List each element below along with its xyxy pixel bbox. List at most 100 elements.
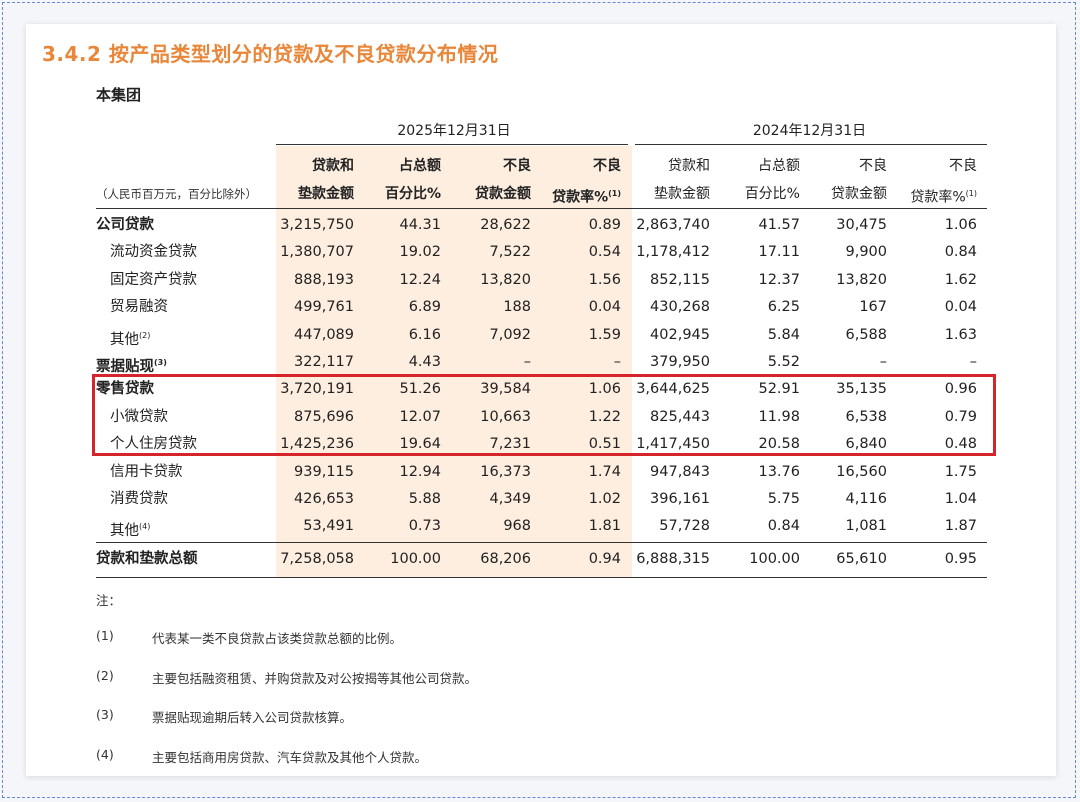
cell-2025-npl-ratio: 0.89 [588, 217, 621, 233]
cell-2025-share: 100.00 [390, 551, 441, 567]
cell-2025-share: 12.94 [399, 463, 441, 480]
col-header-2024-npl-ratio: 不良 贷款率%(1) [910, 158, 977, 206]
col-header-2024-npl: 不良 贷款金额 [831, 158, 887, 202]
cell-2024-npl: 1,081 [845, 518, 887, 535]
table-row: 其他(4) 53,491 0.73 968 1.81 57,728 0.84 1,081 1.8… [96, 513, 987, 540]
cell-2025-share: 6.89 [408, 299, 441, 316]
cell-2024-npl-ratio: 0.84 [944, 244, 977, 261]
cell-2024-amount: 1,178,412 [636, 244, 710, 261]
cell-2025-amount: 499,761 [294, 299, 354, 316]
cell-2025-amount: 426,653 [294, 491, 354, 507]
cell-2024-npl: 16,560 [836, 463, 887, 480]
cell-2024-npl-ratio: – [969, 354, 977, 370]
cell-2025-amount: 322,117 [294, 354, 354, 370]
cell-2025-share: 44.31 [399, 217, 441, 233]
cell-2025-amount: 447,089 [294, 326, 354, 343]
units-note: （人民币百万元，百分比除外） [96, 187, 257, 201]
cell-2025-share: 4.43 [408, 354, 441, 370]
cell-2025-npl: 4,349 [489, 491, 531, 507]
cell-2024-amount: 396,161 [650, 491, 710, 507]
group-subtitle: 本集团 [96, 86, 142, 104]
cell-2024-share: 0.84 [767, 518, 800, 535]
footnote-text: 主要包括融资租赁、并购贷款及对公按揭等其他公司贷款。 [152, 670, 478, 686]
cell-2024-npl: 167 [859, 299, 887, 316]
retail-highlight-box [92, 374, 996, 456]
cell-2025-amount: 3,215,750 [280, 217, 354, 233]
cell-2025-npl-ratio: 1.81 [588, 518, 621, 535]
footnote-number: (3) [96, 707, 114, 722]
cell-2024-share: 12.37 [758, 271, 800, 288]
cell-2025-npl: 68,206 [480, 551, 531, 567]
footnote-number: (4) [96, 746, 114, 762]
footnote-number: (1) [96, 628, 114, 643]
col-header-2025-npl: 不良 贷款金额 [475, 158, 531, 202]
cell-2025-npl-ratio: 0.94 [588, 551, 621, 567]
footnote-number: (2) [96, 667, 114, 683]
cell-2024-npl-ratio: 1.75 [944, 463, 977, 480]
footnote-text: 主要包括商用房贷款、汽车贷款及其他个人贷款。 [152, 749, 428, 765]
cell-2024-amount: 947,843 [650, 463, 710, 480]
cell-2025-npl: 968 [503, 518, 531, 535]
col-header-2025-npl-ratio: 不良 贷款率%(1) [552, 158, 621, 206]
cell-2024-npl-ratio: 1.87 [944, 518, 977, 535]
cell-2024-amount: 430,268 [650, 299, 710, 316]
row-label: 消费贷款 [110, 491, 168, 507]
cell-2024-npl: 13,820 [836, 271, 887, 288]
cell-2024-npl: 6,588 [845, 326, 887, 343]
cell-2024-npl: 9,900 [845, 244, 887, 261]
cell-2024-amount: 402,945 [650, 326, 710, 343]
table-row: 公司贷款 3,215,750 44.31 28,622 0.89 2,863,740 41.… [96, 212, 987, 239]
document-page: 3.4.2 按产品类型划分的贷款及不良贷款分布情况 本集团 2025年12月31… [26, 24, 1056, 776]
cell-2024-amount: 6,888,315 [636, 551, 710, 567]
header-rule [96, 208, 987, 209]
cell-2025-amount: 7,258,058 [280, 551, 354, 567]
cell-2024-amount: 2,863,740 [636, 217, 710, 233]
cell-2025-npl: 13,820 [480, 271, 531, 288]
col-header-2024-share: 占总额 百分比% [744, 158, 800, 202]
cell-2025-npl-ratio: – [613, 354, 621, 370]
cell-2024-npl: – [879, 354, 887, 370]
row-label: 固定资产贷款 [110, 271, 197, 288]
cell-2024-npl-ratio: 0.95 [944, 551, 977, 567]
cell-2025-amount: 888,193 [294, 271, 354, 288]
cell-2024-amount: 379,950 [650, 354, 710, 370]
cell-2025-npl-ratio: 1.59 [588, 326, 621, 343]
cell-2025-amount: 53,491 [303, 518, 354, 535]
row-label: 贷款和垫款总额 [96, 551, 198, 567]
col-header-2025-share: 占总额 百分比% [384, 158, 441, 202]
cell-2024-npl: 65,610 [836, 551, 887, 567]
cell-2025-share: 0.73 [408, 518, 441, 535]
cell-2025-share: 6.16 [408, 326, 441, 343]
cell-2024-npl-ratio: 1.04 [944, 491, 977, 507]
total-row: 贷款和垫款总额 7,258,058 100.00 68,206 0.94 6,8… [96, 546, 987, 573]
table-row: 固定资产贷款 888,193 12.24 13,820 1.56 852,115 12.37… [96, 267, 987, 294]
cell-2025-npl: 7,522 [489, 244, 531, 261]
cell-2025-npl-ratio: 1.02 [588, 491, 621, 507]
table-row: 流动资金贷款 1,380,707 19.02 7,522 0.54 1,178,412 17… [96, 239, 987, 266]
cell-2024-amount: 852,115 [650, 271, 710, 288]
cell-2024-share: 13.76 [758, 463, 800, 480]
period-2025-rule [276, 144, 628, 145]
col-header-2025-amount: 贷款和 垫款金额 [298, 158, 354, 202]
cell-2024-npl-ratio: 0.04 [944, 299, 977, 316]
footnote-text: 票据贴现逾期后转入公司贷款核算。 [152, 710, 353, 725]
total-rule-bottom [96, 577, 987, 578]
cell-2025-npl-ratio: 1.74 [588, 463, 621, 480]
cell-2025-share: 5.88 [408, 491, 441, 507]
cell-2025-npl: – [523, 354, 531, 370]
period-2024-header: 2024年12月31日 [752, 123, 867, 139]
footnote-text: 代表某一类不良贷款占该类贷款总额的比例。 [152, 631, 403, 646]
row-label: 贸易融资 [110, 299, 168, 316]
table-row: 票据贴现(3) 322,117 4.43– –379,950 5.52– – [96, 349, 987, 376]
cell-2025-share: 12.24 [399, 271, 441, 288]
cell-2025-amount: 1,380,707 [280, 244, 354, 261]
table-row: 其他(2) 447,089 6.16 7,092 1.59 402,945 5.84 6,58… [96, 322, 987, 349]
cell-2024-share: 17.11 [758, 244, 800, 261]
cell-2025-share: 19.02 [399, 244, 441, 261]
cell-2025-npl-ratio: 1.56 [588, 271, 621, 288]
table-row: 贸易融资 499,761 6.89 188 0.04 430,268 6.25 167 0.04 [96, 294, 987, 321]
cell-2024-amount: 57,728 [659, 518, 710, 535]
row-label: 流动资金贷款 [110, 244, 197, 261]
table-row: 消费贷款 426,653 5.88 4,349 1.02 396,161 5.75 4,116… [96, 486, 987, 513]
cell-2025-npl: 16,373 [480, 463, 531, 480]
